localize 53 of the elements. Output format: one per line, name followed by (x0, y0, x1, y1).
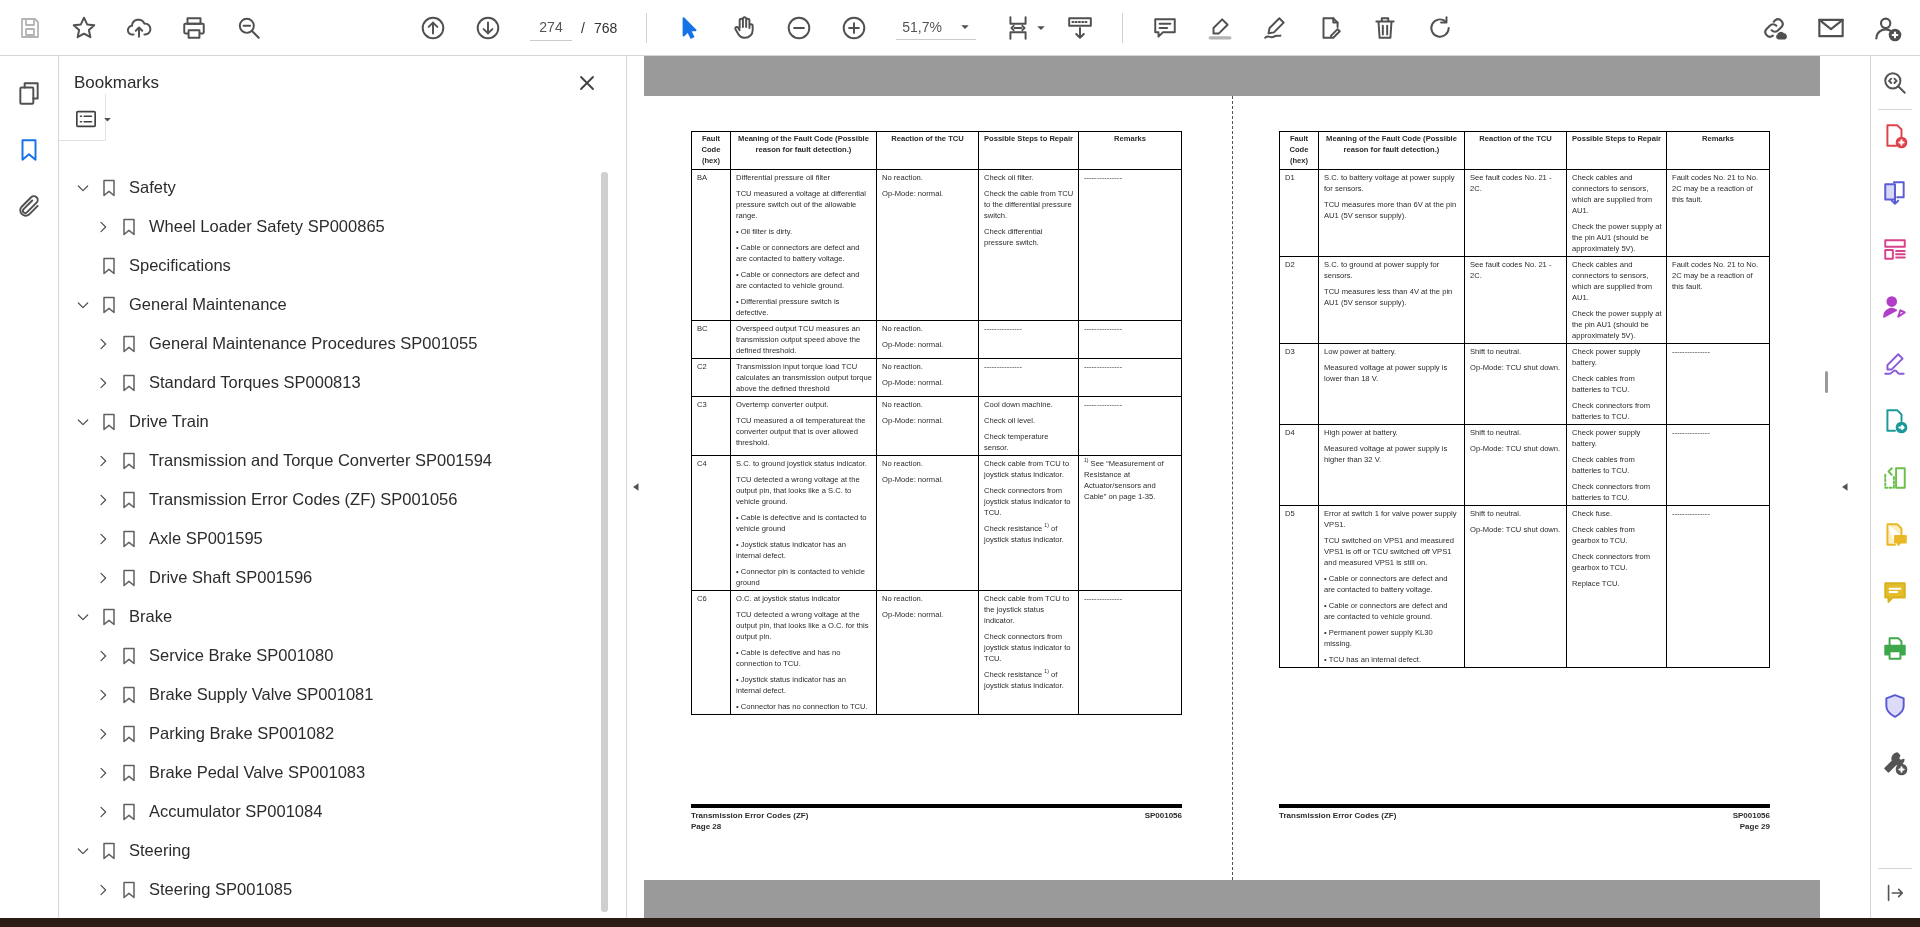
scrollbar[interactable] (601, 172, 608, 912)
bookmark-item[interactable]: Axle SP001595 (59, 519, 626, 558)
bookmark-item[interactable]: General Maintenance (59, 285, 626, 324)
pen-sign-icon[interactable] (1261, 14, 1288, 41)
caret-icon (959, 22, 970, 32)
bookmark-item[interactable]: Standard Torques SP000813 (59, 363, 626, 402)
attachment-icon[interactable] (16, 194, 42, 220)
bookmark-item[interactable]: Parking Brake SP001082 (59, 714, 626, 753)
pages-icon[interactable] (16, 80, 42, 106)
close-icon[interactable] (578, 74, 596, 92)
scroll-mode-icon[interactable] (1066, 14, 1093, 41)
page-separator: / (581, 19, 585, 36)
bookmark-item[interactable]: Wheel Loader Safety SP000865 (59, 207, 626, 246)
wrench-plus-icon[interactable] (1882, 750, 1908, 776)
zoom-out-icon[interactable] (786, 14, 813, 41)
footer-text: Transmission Error Codes (ZF) (691, 810, 809, 821)
splitter-handle[interactable] (1825, 371, 1828, 393)
layout-icon[interactable] (1882, 237, 1908, 263)
bookmark-item[interactable]: Brake (59, 597, 626, 636)
zoom-in-icon[interactable] (841, 14, 868, 41)
panel-title: Bookmarks (74, 73, 160, 93)
footer-text: Page 28 (691, 821, 723, 832)
star-icon[interactable] (71, 14, 97, 41)
footer-text: Page 29 (1739, 821, 1770, 832)
bookmark-item[interactable]: Drive Train (59, 402, 626, 441)
bookmark-item[interactable]: Transmission Error Codes (ZF) SP001056 (59, 480, 626, 519)
bookmark-item[interactable]: Steering (59, 831, 626, 870)
zoom-dropdown[interactable]: 51,7% (896, 15, 976, 40)
person-pen-icon[interactable] (1882, 294, 1908, 320)
bookmark-item[interactable]: Steering SP001085 (59, 870, 626, 909)
bookmark-item[interactable]: Brake Supply Valve SP001081 (59, 675, 626, 714)
arrow-down-icon[interactable] (475, 14, 501, 41)
search-icon[interactable] (1882, 70, 1908, 96)
bookmark-item[interactable]: Transmission and Torque Converter SP001594 (59, 441, 626, 480)
printer-icon[interactable] (1882, 636, 1908, 662)
bookmark-item[interactable]: Accumulator SP001084 (59, 792, 626, 831)
footer-text: SP001056 (1144, 810, 1182, 821)
bookmark-item[interactable]: Drive Shaft SP001596 (59, 558, 626, 597)
bookmark-item[interactable]: Specifications (59, 246, 626, 285)
document-arrow-icon[interactable] (1882, 180, 1908, 206)
expand-icon[interactable] (1840, 482, 1850, 492)
footer-text: SP001056 (1732, 810, 1770, 821)
pen-icon[interactable] (1882, 351, 1908, 377)
shield-icon[interactable] (1882, 693, 1908, 719)
page-count: 768 (593, 19, 618, 36)
bookmark-item[interactable]: Brake Pedal Valve SP001083 (59, 753, 626, 792)
arrow-up-icon[interactable] (420, 14, 446, 41)
bookmark-item[interactable]: Service Brake SP001080 (59, 636, 626, 675)
bookmark-item[interactable]: Safety (59, 168, 626, 207)
print-icon[interactable] (181, 14, 207, 41)
list-icon (75, 108, 97, 130)
footer-text: Transmission Error Codes (ZF) (1279, 810, 1397, 821)
bookmark-item[interactable]: General Maintenance Procedures SP001055 (59, 324, 626, 363)
